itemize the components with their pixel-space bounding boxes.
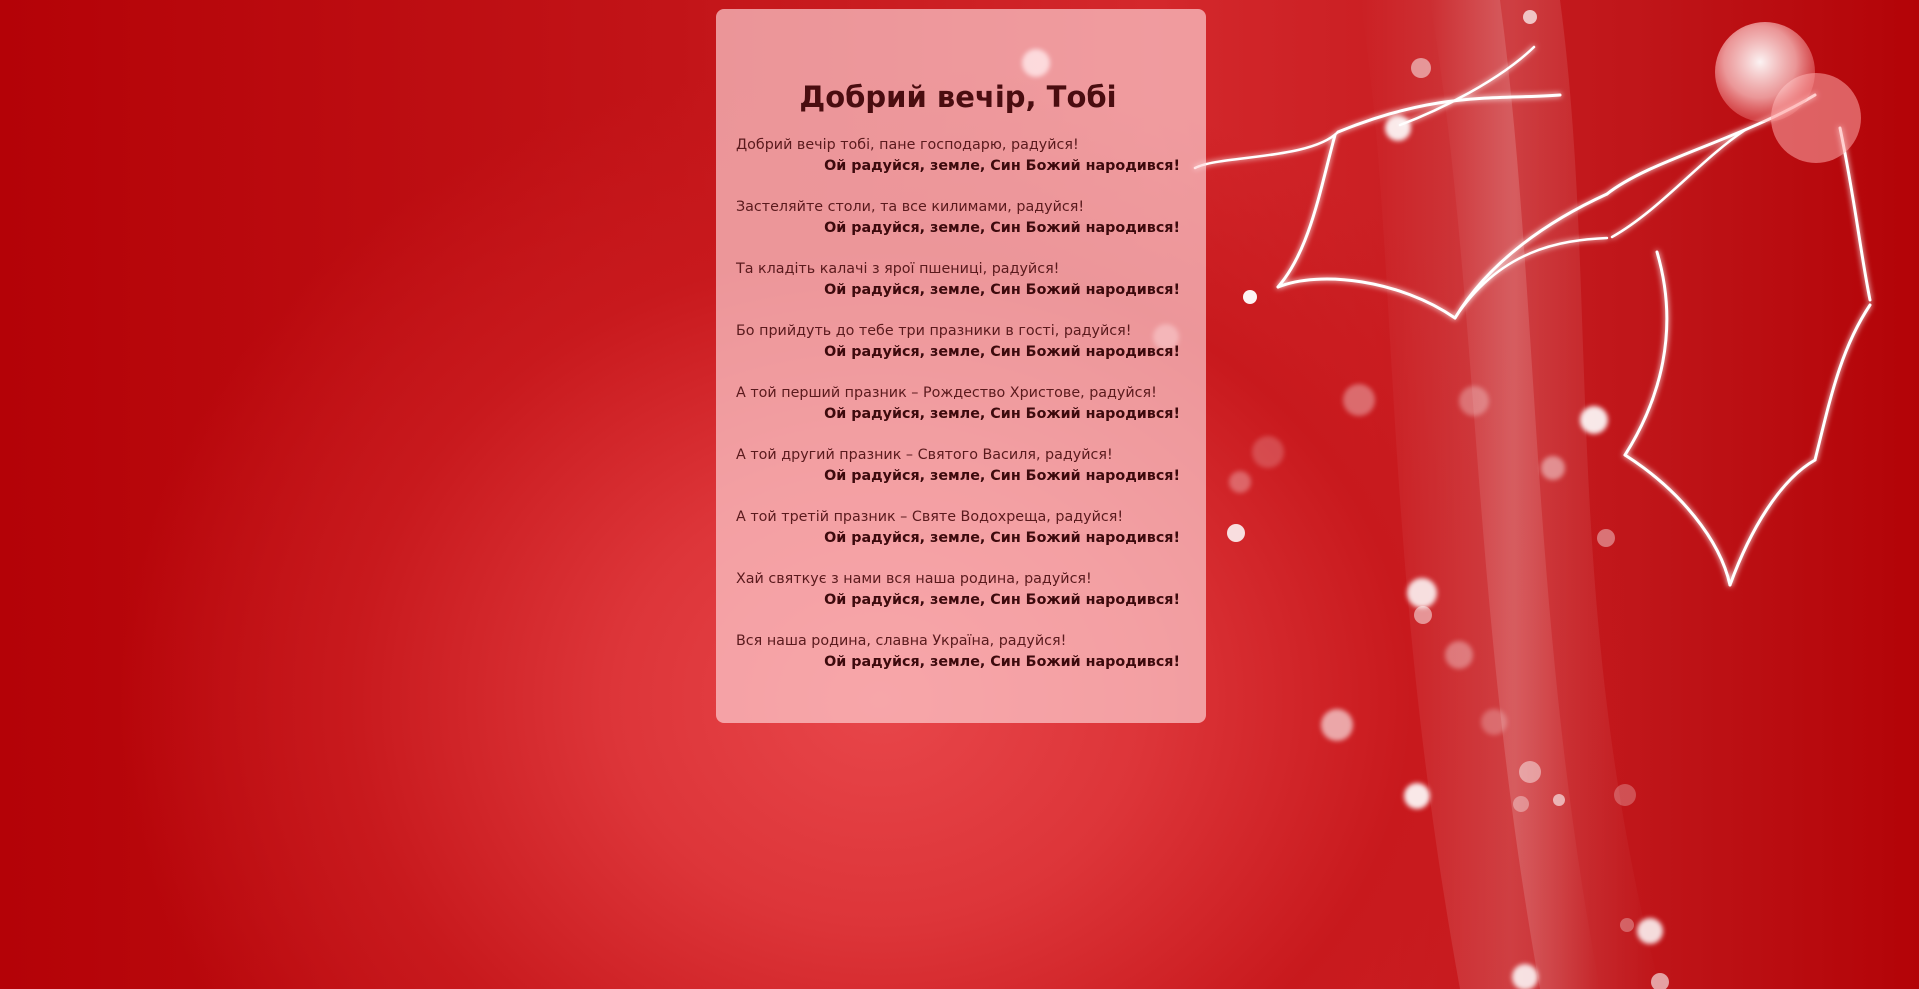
verse: А той третій празник – Святе Водохреща, …: [736, 507, 1180, 549]
verse-line: Вся наша родина, славна Україна, радуйся…: [736, 633, 1067, 649]
verse-line: Добрий вечір тобі, пане господарю, радуй…: [736, 137, 1079, 153]
verse: Застеляйте столи, та все килимами, радуй…: [736, 197, 1180, 239]
verse-refrain: Ой радуйся, земле, Син Божий народився!: [824, 220, 1180, 236]
verse: Вся наша родина, славна Україна, радуйся…: [736, 631, 1180, 673]
verse-refrain: Ой радуйся, земле, Син Божий народився!: [824, 406, 1180, 422]
verse-refrain: Ой радуйся, земле, Син Божий народився!: [824, 592, 1180, 608]
verse-refrain: Ой радуйся, земле, Син Божий народився!: [824, 344, 1180, 360]
verse-line: А той другий празник – Святого Василя, р…: [736, 447, 1113, 463]
verse: А той другий празник – Святого Василя, р…: [736, 445, 1180, 487]
holly-berry: [1715, 22, 1815, 122]
verse-line: Та кладіть калачі з ярої пшениці, радуйс…: [736, 261, 1060, 277]
verse-line: Хай святкує з нами вся наша родина, раду…: [736, 571, 1092, 587]
verse-refrain: Ой радуйся, земле, Син Божий народився!: [824, 654, 1180, 670]
verse: Добрий вечір тобі, пане господарю, радуй…: [736, 135, 1180, 177]
verse: Бо прийдуть до тебе три празники в гості…: [736, 321, 1180, 363]
verse-refrain: Ой радуйся, земле, Син Божий народився!: [824, 158, 1180, 174]
verse-refrain: Ой радуйся, земле, Син Божий народився!: [824, 282, 1180, 298]
song-card: Добрий вечір, Тобі Добрий вечір тобі, па…: [716, 9, 1206, 723]
verse: А той перший празник – Рождество Христов…: [736, 383, 1180, 425]
verse-line: А той третій празник – Святе Водохреща, …: [736, 509, 1124, 525]
verse-refrain: Ой радуйся, земле, Син Божий народився!: [824, 468, 1180, 484]
verses-list: Добрий вечір тобі, пане господарю, радуй…: [736, 135, 1180, 673]
verse: Хай святкує з нами вся наша родина, раду…: [736, 569, 1180, 611]
verse: Та кладіть калачі з ярої пшениці, радуйс…: [736, 259, 1180, 301]
verse-refrain: Ой радуйся, земле, Син Божий народився!: [824, 530, 1180, 546]
verse-line: Бо прийдуть до тебе три празники в гості…: [736, 323, 1132, 339]
verse-line: Застеляйте столи, та все килимами, радуй…: [736, 199, 1085, 215]
verse-line: А той перший празник – Рождество Христов…: [736, 385, 1157, 401]
song-title: Добрий вечір, Тобі: [799, 80, 1117, 114]
